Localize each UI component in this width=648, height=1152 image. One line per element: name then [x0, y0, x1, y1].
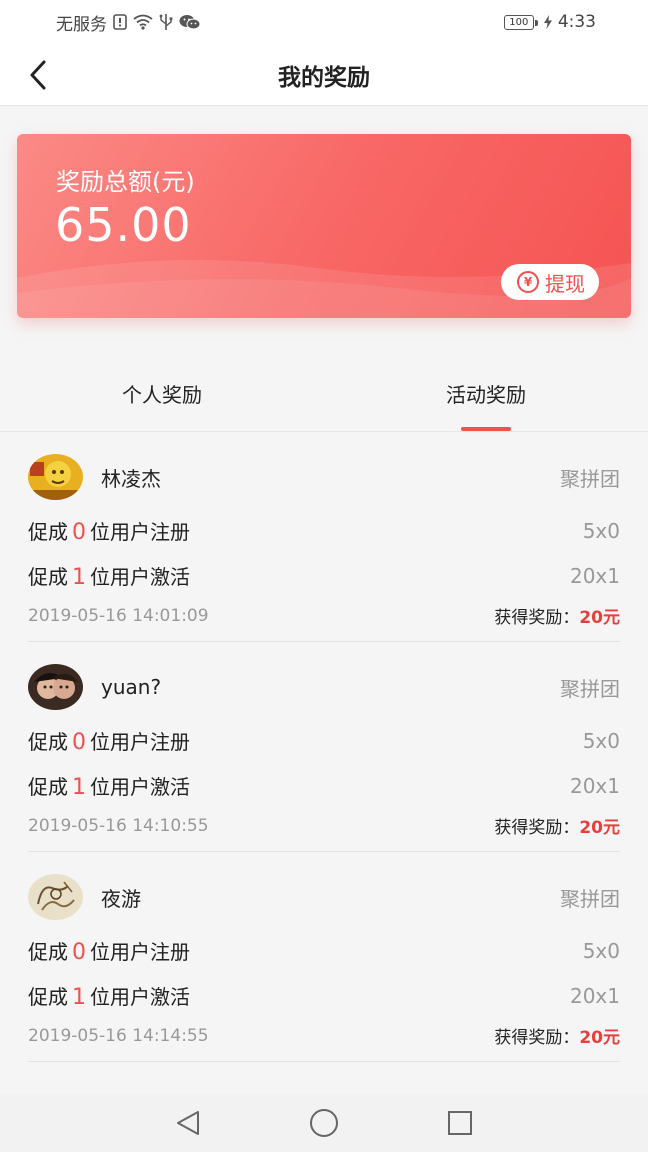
activation-count: 1 [72, 985, 86, 1010]
system-home-button[interactable] [302, 1101, 346, 1145]
promo-suffix: 位用户激活 [90, 565, 190, 589]
earned-label: 获得奖励： [494, 608, 580, 628]
reward-card-section: 奖励总额(元) 65.00 ¥ 提现 [0, 106, 648, 356]
group-name: 聚拼团 [560, 886, 620, 911]
status-left: 无服务 [56, 10, 201, 35]
withdraw-button[interactable]: ¥ 提现 [501, 264, 599, 300]
activation-text: 促成 1 位用户激活 [28, 981, 190, 1010]
tab-personal-rewards[interactable]: 个人奖励 [0, 356, 324, 431]
registration-row: 促成 0 位用户注册 5x0 [28, 936, 620, 966]
user-name: 夜游 [101, 886, 141, 911]
promo-prefix: 促成 [28, 940, 68, 964]
promo-prefix: 促成 [28, 775, 68, 799]
reward-record-list: 林凌杰 聚拼团 促成 0 位用户注册 5x0 促成 1 位用户激活 20x1 2019-… [0, 432, 648, 1094]
earned-label: 获得奖励： [494, 818, 580, 838]
registration-count: 0 [72, 940, 86, 965]
earned-amount: 20元 [579, 818, 620, 838]
earned-label: 获得奖励： [494, 1028, 580, 1048]
system-navigation-bar [0, 1094, 648, 1152]
usb-icon [159, 13, 173, 31]
carrier-text: 无服务 [56, 14, 107, 35]
page-title: 我的奖励 [278, 64, 370, 91]
promo-suffix: 位用户激活 [90, 985, 190, 1009]
back-triangle-icon [177, 1111, 199, 1135]
earned-amount: 20元 [579, 608, 620, 628]
navigation-bar: 我的奖励 [0, 44, 648, 106]
reward-record[interactable]: yuan? 聚拼团 促成 0 位用户注册 5x0 促成 1 位用户激活 20x1 201… [28, 642, 620, 852]
record-header: yuan? 聚拼团 [28, 664, 620, 710]
promo-suffix: 位用户注册 [90, 730, 190, 754]
activation-calc: 20x1 [569, 563, 620, 588]
record-footer: 2019-05-16 14:14:55 获得奖励：20元 [28, 1023, 620, 1049]
user-name: yuan? [101, 675, 162, 699]
registration-text: 促成 0 位用户注册 [28, 936, 190, 965]
charging-icon [543, 15, 552, 29]
activation-text: 促成 1 位用户激活 [28, 561, 190, 590]
registration-calc: 5x0 [582, 728, 620, 753]
reward-tabs: 个人奖励 活动奖励 [0, 356, 648, 432]
activation-row: 促成 1 位用户激活 20x1 [28, 981, 620, 1011]
registration-count: 0 [72, 520, 86, 545]
reward-record[interactable]: 夜游 聚拼团 促成 0 位用户注册 5x0 促成 1 位用户激活 20x1 2019-0… [28, 852, 620, 1062]
promo-prefix: 促成 [28, 730, 68, 754]
promo-prefix: 促成 [28, 565, 68, 589]
back-arrow-icon [30, 60, 46, 90]
activation-calc: 20x1 [569, 983, 620, 1008]
earned-reward: 获得奖励：20元 [494, 813, 620, 838]
activation-row: 促成 1 位用户激活 20x1 [28, 561, 620, 591]
user-name: 林凌杰 [101, 466, 161, 491]
record-timestamp: 2019-05-16 14:01:09 [28, 605, 209, 626]
sim-alert-icon [113, 14, 127, 30]
yen-refresh-icon: ¥ [517, 271, 539, 293]
avatar [28, 874, 83, 920]
status-bar: 无服务 100 4:33 [0, 0, 648, 44]
wifi-icon [133, 14, 153, 30]
avatar [28, 454, 83, 500]
earned-amount: 20元 [579, 1028, 620, 1048]
activation-count: 1 [72, 565, 86, 590]
earned-reward: 获得奖励：20元 [494, 603, 620, 628]
promo-suffix: 位用户激活 [90, 775, 190, 799]
earned-reward: 获得奖励：20元 [494, 1023, 620, 1048]
record-footer: 2019-05-16 14:10:55 获得奖励：20元 [28, 813, 620, 839]
tab-activity-rewards[interactable]: 活动奖励 [324, 356, 648, 431]
clock-text: 4:33 [557, 12, 596, 32]
record-footer: 2019-05-16 14:01:09 获得奖励：20元 [28, 603, 620, 629]
home-circle-icon [310, 1109, 338, 1137]
promo-prefix: 促成 [28, 985, 68, 1009]
promo-suffix: 位用户注册 [90, 520, 190, 544]
activation-calc: 20x1 [569, 773, 620, 798]
back-button[interactable] [20, 57, 56, 93]
registration-row: 促成 0 位用户注册 5x0 [28, 516, 620, 546]
registration-text: 促成 0 位用户注册 [28, 516, 190, 545]
system-recents-button[interactable] [438, 1101, 482, 1145]
system-back-button[interactable] [166, 1101, 210, 1145]
registration-calc: 5x0 [582, 518, 620, 543]
record-header: 林凌杰 聚拼团 [28, 454, 620, 500]
reward-card: 奖励总额(元) 65.00 ¥ 提现 [17, 134, 631, 318]
activation-text: 促成 1 位用户激活 [28, 771, 190, 800]
reward-total-amount: 65.00 [55, 198, 192, 252]
promo-suffix: 位用户注册 [90, 940, 190, 964]
registration-text: 促成 0 位用户注册 [28, 726, 190, 755]
withdraw-label: 提现 [545, 271, 585, 296]
registration-row: 促成 0 位用户注册 5x0 [28, 726, 620, 756]
group-name: 聚拼团 [560, 466, 620, 491]
reward-total-label: 奖励总额(元) [56, 168, 195, 196]
record-timestamp: 2019-05-16 14:14:55 [28, 1025, 209, 1046]
promo-prefix: 促成 [28, 520, 68, 544]
wechat-icon [179, 14, 201, 30]
battery-indicator: 100 [503, 14, 538, 30]
record-header: 夜游 聚拼团 [28, 874, 620, 920]
group-name: 聚拼团 [560, 676, 620, 701]
recents-square-icon [448, 1111, 472, 1135]
avatar [28, 664, 83, 710]
reward-record[interactable]: 林凌杰 聚拼团 促成 0 位用户注册 5x0 促成 1 位用户激活 20x1 2019-… [28, 432, 620, 642]
record-timestamp: 2019-05-16 14:10:55 [28, 815, 209, 836]
activation-row: 促成 1 位用户激活 20x1 [28, 771, 620, 801]
status-right: 100 4:33 [503, 12, 596, 32]
activation-count: 1 [72, 775, 86, 800]
registration-count: 0 [72, 730, 86, 755]
registration-calc: 5x0 [582, 938, 620, 963]
